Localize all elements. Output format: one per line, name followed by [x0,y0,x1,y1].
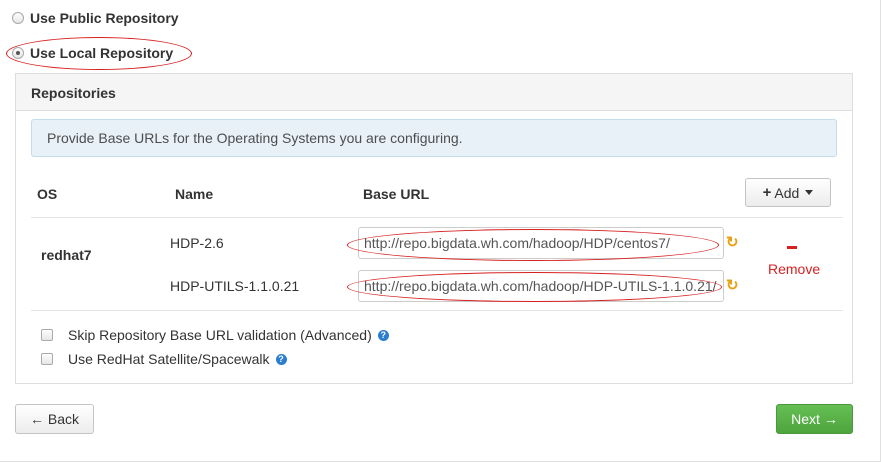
add-os-button[interactable]: + Add [745,178,831,207]
satellite-checkbox[interactable] [41,353,53,365]
info-alert: Provide Base URLs for the Operating Syst… [31,119,837,157]
public-repository-radio[interactable] [12,12,24,24]
skip-validation-option[interactable]: Skip Repository Base URL validation (Adv… [41,327,389,343]
skip-validation-checkbox[interactable] [41,329,53,341]
back-button[interactable]: ← Back [15,404,94,434]
skip-validation-label: Skip Repository Base URL validation (Adv… [68,327,372,343]
refresh-icon[interactable]: ↻ [726,233,739,251]
repo-name-hdp-utils: HDP-UTILS-1.1.0.21 [170,278,300,294]
caret-down-icon [805,190,814,195]
base-url-input-hdp-utils[interactable] [358,270,724,302]
satellite-option[interactable]: Use RedHat Satellite/Spacewalk ? [41,351,287,367]
header-divider [31,217,843,218]
repositories-panel: Repositories Provide Base URLs for the O… [15,73,853,384]
local-repository-option[interactable]: Use Local Repository [12,45,173,61]
public-repository-option[interactable]: Use Public Repository [12,10,179,26]
minus-icon[interactable] [787,246,797,249]
remove-button[interactable]: Remove [768,261,820,277]
add-label: Add [774,184,800,201]
next-button[interactable]: Next → [776,404,853,434]
refresh-icon[interactable]: ↻ [726,276,739,294]
repo-name-hdp: HDP-2.6 [170,235,224,251]
column-header-base-url: Base URL [363,186,430,202]
help-icon[interactable]: ? [377,329,389,341]
base-url-input-hdp[interactable] [358,227,724,259]
os-name: redhat7 [41,247,92,263]
help-icon[interactable]: ? [275,353,287,365]
plus-icon: + [762,184,772,201]
local-repository-radio[interactable] [12,47,24,59]
column-header-os: OS [37,186,58,202]
row-divider [31,310,843,311]
panel-title: Repositories [16,74,852,111]
column-header-name: Name [175,186,214,202]
satellite-label: Use RedHat Satellite/Spacewalk [68,351,270,367]
local-repository-label: Use Local Repository [30,45,174,61]
public-repository-label: Use Public Repository [30,10,179,26]
